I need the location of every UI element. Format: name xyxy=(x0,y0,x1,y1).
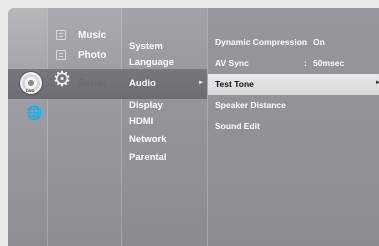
menu-item-parental[interactable]: Parental xyxy=(129,152,167,163)
detail-item-av-sync[interactable]: AV Sync xyxy=(215,58,249,68)
music-icon xyxy=(56,30,66,40)
category-label: Music xyxy=(78,29,107,41)
category-label: Setup xyxy=(78,77,106,89)
chevron-right-icon: ► xyxy=(198,80,204,86)
gear-icon: ⚙ xyxy=(52,68,72,91)
menu-item-system[interactable]: System xyxy=(129,41,163,52)
dynamic-compression-value: On xyxy=(313,37,325,47)
menu-item-display[interactable]: Display xyxy=(129,100,163,111)
av-sync-value: 50msec xyxy=(313,58,345,68)
menu-item-network[interactable]: Network xyxy=(129,134,166,145)
detail-item-test-tone[interactable]: Test Tone xyxy=(215,79,254,89)
column-divider xyxy=(121,8,122,246)
photo-icon xyxy=(56,50,66,60)
category-column xyxy=(47,8,121,246)
menu-item-language[interactable]: Language xyxy=(129,57,174,68)
menu-item-hdmi[interactable]: HDMI xyxy=(129,116,153,127)
detail-separator: : xyxy=(304,58,307,68)
setup-screen: DVD 🌐 Music Photo ⚙ Setup System Languag… xyxy=(0,0,379,246)
left-icon-column xyxy=(8,8,47,246)
globe-icon[interactable]: 🌐 xyxy=(26,106,42,120)
detail-item-dynamic-compression[interactable]: Dynamic Compression xyxy=(215,37,307,47)
category-music[interactable]: Music xyxy=(56,28,106,42)
menu-item-audio[interactable]: Audio xyxy=(129,78,156,89)
category-setup[interactable]: Setup xyxy=(78,76,106,90)
detail-separator: : xyxy=(304,37,307,47)
chevron-right-icon: ► xyxy=(375,80,379,86)
disc-label: DVD xyxy=(26,88,35,93)
column-divider xyxy=(47,8,48,246)
detail-item-speaker-distance[interactable]: Speaker Distance xyxy=(215,100,286,110)
category-label: Photo xyxy=(78,49,107,61)
category-photo[interactable]: Photo xyxy=(56,48,106,62)
column-divider xyxy=(207,8,208,246)
detail-item-sound-edit[interactable]: Sound Edit xyxy=(215,121,260,131)
